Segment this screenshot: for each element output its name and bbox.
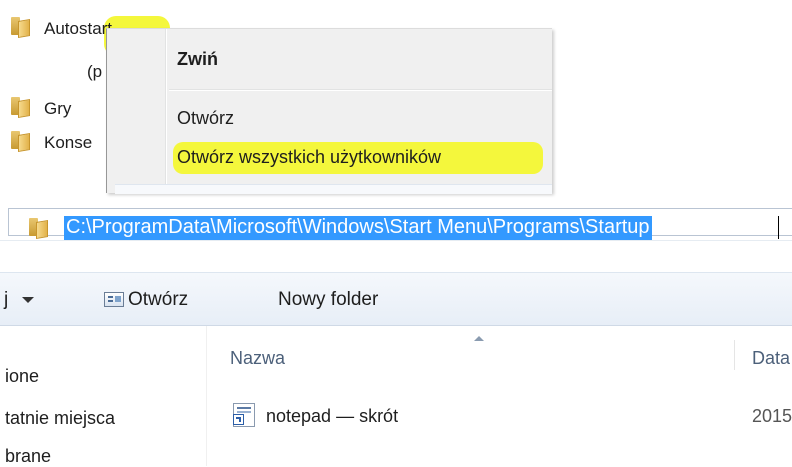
address-path[interactable]: C:\ProgramData\Microsoft\Windows\Start M… bbox=[64, 216, 652, 240]
chevron-down-icon[interactable] bbox=[22, 297, 34, 303]
folder-icon bbox=[10, 16, 32, 38]
folder-icon bbox=[28, 217, 50, 239]
text-caret bbox=[778, 216, 779, 239]
folder-icon bbox=[10, 130, 32, 152]
organize-button-partial[interactable]: j bbox=[4, 289, 8, 311]
pane-divider bbox=[206, 326, 207, 466]
tree-item-konse[interactable]: Konse bbox=[44, 133, 92, 153]
column-header-date[interactable]: Data bbox=[752, 348, 790, 369]
column-header-name[interactable]: Nazwa bbox=[230, 348, 285, 369]
menu-item-open-all-users[interactable]: Otwórz wszystkich użytkowników bbox=[177, 147, 441, 168]
tree-item-subitem[interactable]: (p bbox=[87, 62, 102, 82]
open-window-icon bbox=[104, 292, 124, 307]
menu-gutter bbox=[165, 29, 166, 193]
file-name[interactable]: notepad — skrót bbox=[266, 406, 398, 427]
menu-item-open[interactable]: Otwórz bbox=[177, 108, 234, 129]
nav-item-recent-places[interactable]: tatnie miejsca bbox=[5, 408, 115, 429]
sort-ascending-icon bbox=[474, 336, 484, 341]
open-button[interactable]: Otwórz bbox=[128, 289, 188, 311]
shortcut-arrow-icon bbox=[233, 414, 244, 425]
folder-icon bbox=[10, 96, 32, 118]
menu-item-collapse[interactable]: Zwiń bbox=[177, 49, 218, 70]
new-folder-button[interactable]: Nowy folder bbox=[278, 289, 378, 311]
menu-bottom-edge bbox=[115, 184, 552, 194]
context-menu: Zwiń Otwórz Otwórz wszystkich użytkownik… bbox=[106, 28, 552, 194]
column-header-separator[interactable] bbox=[734, 340, 735, 370]
tree-item-gry[interactable]: Gry bbox=[44, 99, 71, 119]
nav-item-downloads-partial[interactable]: brane bbox=[5, 446, 51, 467]
tree-item-autostart[interactable]: Autostart bbox=[44, 19, 112, 39]
file-date: 2015 bbox=[752, 406, 792, 426]
menu-separator bbox=[169, 89, 552, 90]
nav-item-favorites-partial[interactable]: ione bbox=[5, 366, 39, 387]
